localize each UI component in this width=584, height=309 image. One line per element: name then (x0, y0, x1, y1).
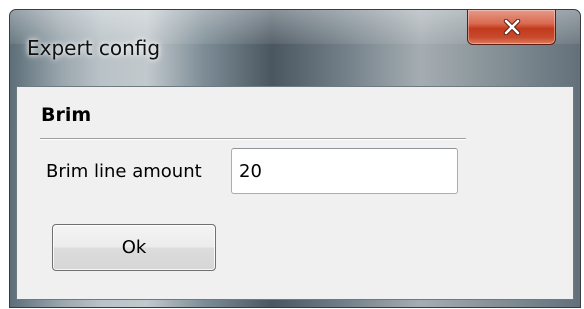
group-divider (40, 138, 466, 140)
brim-line-amount-input[interactable] (231, 148, 458, 194)
ok-button[interactable]: Ok (52, 224, 216, 271)
brim-line-amount-label: Brim line amount (46, 161, 202, 182)
close-icon (503, 19, 521, 35)
title-bar[interactable]: Expert config (10, 10, 580, 85)
close-button[interactable] (467, 10, 556, 45)
window-title: Expert config (27, 36, 161, 60)
group-title: Brim (41, 104, 92, 126)
